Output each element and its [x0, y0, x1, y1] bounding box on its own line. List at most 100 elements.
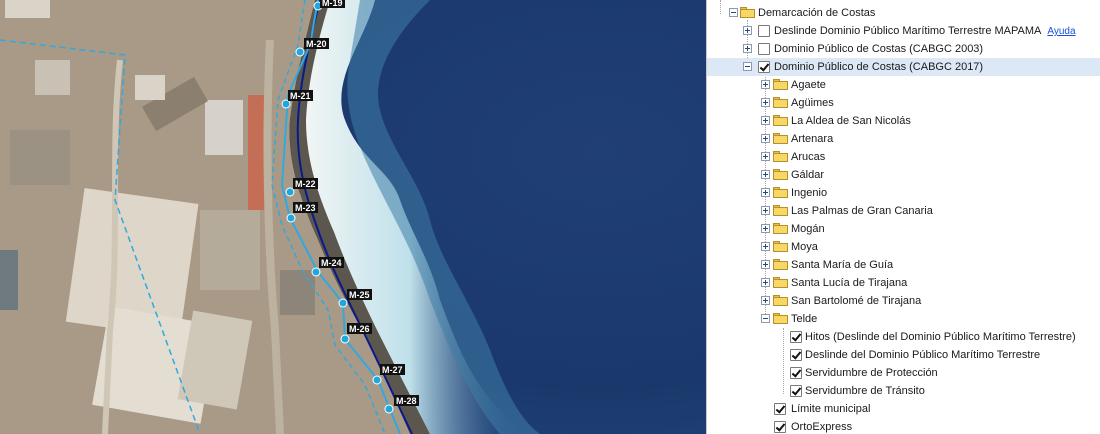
expand-toggle-icon[interactable] — [743, 44, 752, 53]
tree-node-municipio[interactable]: Moya — [707, 238, 1100, 256]
folder-icon — [773, 133, 788, 144]
expand-toggle-icon[interactable] — [761, 134, 770, 143]
expand-toggle-icon[interactable] — [761, 206, 770, 215]
collapse-toggle-icon[interactable] — [729, 8, 738, 17]
folder-icon — [773, 151, 788, 162]
tree-node-dominio-2003[interactable]: Dominio Público de Costas (CABGC 2003) — [707, 40, 1100, 58]
tree-node-label: Dominio Público de Costas (CABGC 2003) — [774, 43, 984, 55]
expand-toggle-icon[interactable] — [761, 80, 770, 89]
industrial-roof — [10, 130, 70, 185]
tree-node-municipio[interactable]: Agaete — [707, 76, 1100, 94]
tree-node-label: Servidumbre de Tránsito — [805, 385, 925, 397]
folder-icon — [773, 259, 788, 270]
hito-label: M-19 — [322, 0, 343, 8]
tree-node-municipio[interactable]: Mogán — [707, 220, 1100, 238]
layer-checkbox[interactable] — [790, 367, 802, 379]
expand-toggle-icon[interactable] — [761, 170, 770, 179]
map-viewer[interactable]: M-19 M-20 M-21 M-22 M-23 M-24 M-25 M-26 … — [0, 0, 706, 434]
folder-icon — [773, 115, 788, 126]
layer-checkbox[interactable] — [758, 43, 770, 55]
hito-label: M-27 — [382, 365, 403, 375]
hito-label: M-28 — [396, 396, 417, 406]
folder-icon — [773, 277, 788, 288]
layer-checkbox[interactable] — [774, 421, 786, 433]
ayuda-link[interactable]: Ayuda — [1047, 26, 1075, 37]
folder-icon — [773, 223, 788, 234]
tree-node-municipio[interactable]: Artenara — [707, 130, 1100, 148]
tree-node-limite-municipal[interactable]: Límite municipal — [707, 400, 1100, 418]
layer-checkbox[interactable] — [758, 61, 770, 73]
tree-node-ortoexpress[interactable]: OrtoExpress — [707, 418, 1100, 434]
expand-toggle-icon[interactable] — [761, 224, 770, 233]
collapse-toggle-icon[interactable] — [743, 62, 752, 71]
expand-toggle-icon[interactable] — [761, 116, 770, 125]
tree-node-municipio[interactable]: La Aldea de San Nicolás — [707, 112, 1100, 130]
hito-marker — [285, 187, 295, 197]
folder-open-icon — [773, 313, 788, 324]
tree-node-label: San Bartolomé de Tirajana — [791, 295, 922, 307]
layer-checkbox[interactable] — [758, 25, 770, 37]
layer-checkbox[interactable] — [790, 385, 802, 397]
tree-node-deslinde-mapama[interactable]: Deslinde Dominio Público Marítimo Terres… — [707, 22, 1100, 40]
tree-node-servidumbre-transito[interactable]: Servidumbre de Tránsito — [707, 382, 1100, 400]
hito-marker — [338, 298, 348, 308]
expand-toggle-icon[interactable] — [761, 152, 770, 161]
folder-icon — [773, 169, 788, 180]
tree-node-municipio[interactable]: Arucas — [707, 148, 1100, 166]
tree-node-label: Moya — [791, 241, 818, 253]
tree-node-label: Demarcación de Costas — [758, 7, 876, 19]
tree-node-label: Hitos (Deslinde del Dominio Público Marí… — [805, 331, 1076, 343]
layer-checkbox[interactable] — [774, 403, 786, 415]
tree-node-label: OrtoExpress — [791, 421, 853, 433]
expand-toggle-icon[interactable] — [761, 242, 770, 251]
tree-node-label: Servidumbre de Protección — [805, 367, 938, 379]
tree-node-municipio[interactable]: Agüimes — [707, 94, 1100, 112]
tree-node-telde[interactable]: Telde — [707, 310, 1100, 328]
expand-toggle-icon[interactable] — [761, 278, 770, 287]
industrial-roof — [200, 210, 260, 290]
tree-node-label: Arucas — [791, 151, 826, 163]
layer-checkbox[interactable] — [790, 331, 802, 343]
tree-node-label: Límite municipal — [791, 403, 871, 415]
tree-node-demarcacion[interactable]: Demarcación de Costas — [707, 4, 1100, 22]
expand-toggle-icon[interactable] — [761, 296, 770, 305]
collapse-toggle-icon[interactable] — [761, 314, 770, 323]
folder-open-icon — [740, 7, 755, 18]
tree-node-label: Santa Lucía de Tirajana — [791, 277, 908, 289]
tree-node-label: Dominio Público de Costas (CABGC 2017) — [774, 61, 984, 73]
aerial-orthophoto: M-19 M-20 M-21 M-22 M-23 M-24 M-25 M-26 … — [0, 0, 706, 434]
layer-tree-panel: Demarcación de Costas Deslinde Dominio P… — [707, 0, 1100, 434]
industrial-roof — [35, 60, 70, 95]
expand-toggle-icon[interactable] — [761, 188, 770, 197]
tree-node-label: Las Palmas de Gran Canaria — [791, 205, 933, 217]
expand-toggle-icon[interactable] — [761, 260, 770, 269]
folder-icon — [773, 79, 788, 90]
layer-checkbox[interactable] — [790, 349, 802, 361]
hito-marker — [311, 267, 321, 277]
tree-node-dominio-2017[interactable]: Dominio Público de Costas (CABGC 2017) — [707, 58, 1100, 76]
tree-node-label: Deslinde Dominio Público Marítimo Terres… — [774, 25, 1042, 37]
tree-node-deslinde[interactable]: Deslinde del Dominio Público Marítimo Te… — [707, 346, 1100, 364]
tree-node-servidumbre-proteccion[interactable]: Servidumbre de Protección — [707, 364, 1100, 382]
tree-node-municipio[interactable]: Gáldar — [707, 166, 1100, 184]
tree-node-label: Agaete — [791, 79, 826, 91]
industrial-roof — [135, 75, 165, 100]
industrial-roof — [0, 250, 18, 310]
tree-node-municipio[interactable]: Las Palmas de Gran Canaria — [707, 202, 1100, 220]
folder-icon — [773, 295, 788, 306]
tree-node-hitos[interactable]: Hitos (Deslinde del Dominio Público Marí… — [707, 328, 1100, 346]
tree-node-municipio[interactable]: Ingenio — [707, 184, 1100, 202]
expand-toggle-icon[interactable] — [761, 98, 770, 107]
tree-node-label: Telde — [791, 313, 818, 325]
tree-node-municipio[interactable]: Santa Lucía de Tirajana — [707, 274, 1100, 292]
expand-toggle-icon[interactable] — [743, 26, 752, 35]
tree-node-municipio[interactable]: San Bartolomé de Tirajana — [707, 292, 1100, 310]
tree-node-municipio[interactable]: Santa María de Guía — [707, 256, 1100, 274]
tree-node-label: Mogán — [791, 223, 825, 235]
folder-icon — [773, 97, 788, 108]
tree-node-label: Ingenio — [791, 187, 828, 199]
hito-label: M-20 — [306, 39, 327, 49]
hito-marker — [372, 375, 382, 385]
hito-marker — [295, 47, 305, 57]
industrial-roof — [205, 100, 243, 155]
